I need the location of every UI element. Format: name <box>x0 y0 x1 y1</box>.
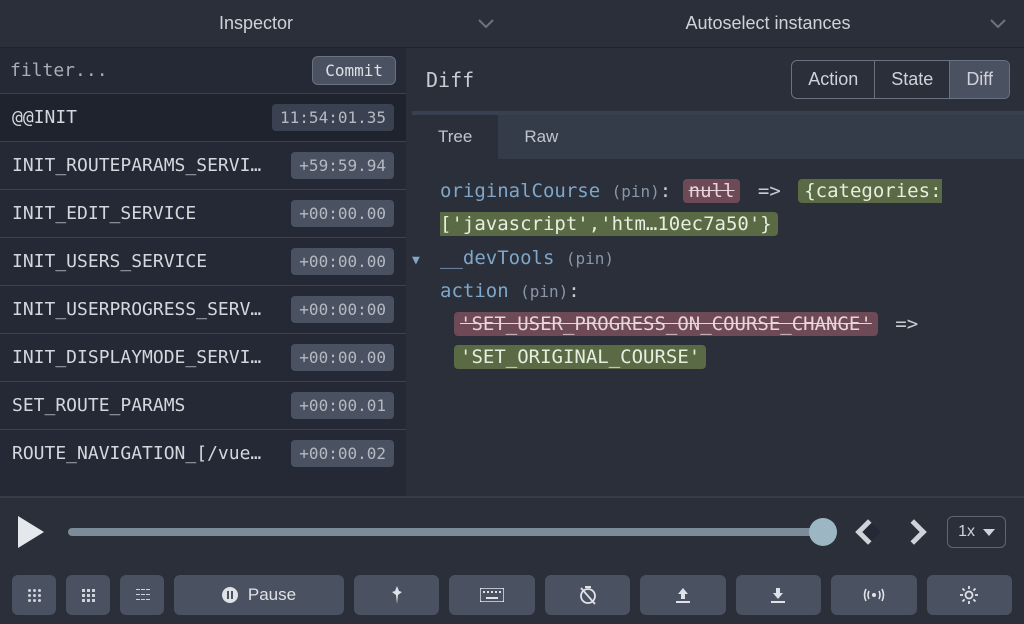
diff-added: 'SET_ORIGINAL_COURSE' <box>454 345 706 369</box>
pin-label[interactable]: (pin) <box>520 282 568 301</box>
diff-panel: Diff Action State Diff Tree Raw original… <box>412 48 1024 496</box>
seg-diff[interactable]: Diff <box>949 61 1009 98</box>
tree-row-devtools[interactable]: ▼__devTools (pin) <box>426 242 1010 275</box>
action-name: INIT_ROUTEPARAMS_SERVICE <box>12 155 272 176</box>
chevron-down-icon <box>983 529 995 536</box>
upload-icon[interactable] <box>640 575 725 615</box>
instances-tab[interactable]: Autoselect instances <box>512 0 1024 47</box>
diff-arrow: => <box>752 180 787 202</box>
bottom-toolbar: Pause <box>0 566 1024 624</box>
action-name: INIT_USERPROGRESS_SERVI… <box>12 299 272 320</box>
action-name: INIT_EDIT_SERVICE <box>12 203 196 224</box>
diff-subtabs: Tree Raw <box>412 115 1024 159</box>
action-name: INIT_USERS_SERVICE <box>12 251 207 272</box>
step-back-button[interactable] <box>855 519 880 544</box>
pin-label[interactable]: (pin) <box>612 182 660 201</box>
timeline-track[interactable] <box>68 528 835 536</box>
action-panel: Commit @@INIT 11:54:01.35 INIT_ROUTEPARAMS… <box>0 48 412 496</box>
grid-dots-icon[interactable] <box>12 575 56 615</box>
seg-action[interactable]: Action <box>792 61 874 98</box>
main-area: Commit @@INIT 11:54:01.35 INIT_ROUTEPARAMS… <box>0 48 1024 496</box>
filter-input[interactable] <box>10 60 304 81</box>
action-time: +00:00.01 <box>291 392 394 419</box>
play-button[interactable] <box>18 516 44 548</box>
action-row[interactable]: INIT_USERS_SERVICE +00:00.00 <box>0 237 406 285</box>
tree-row-action[interactable]: action (pin): 'SET_USER_PROGRESS_ON_COUR… <box>426 275 1010 375</box>
top-tab-bar: Inspector Autoselect instances <box>0 0 1024 48</box>
tree-row-originalcourse[interactable]: originalCourse (pin): null => {categorie… <box>426 175 1010 242</box>
action-row[interactable]: ROUTE_NAVIGATION_[/vue… +00:00.02 <box>0 429 406 477</box>
inspector-tab[interactable]: Inspector <box>0 0 512 47</box>
timer-off-icon[interactable] <box>545 575 630 615</box>
grid-lines-icon[interactable] <box>120 575 164 615</box>
tree-key: originalCourse <box>440 180 600 202</box>
settings-icon[interactable] <box>927 575 1012 615</box>
action-time: +59:59.94 <box>291 152 394 179</box>
action-name: @@INIT <box>12 107 77 128</box>
subtab-raw[interactable]: Raw <box>498 115 584 159</box>
diff-removed: 'SET_USER_PROGRESS_ON_COURSE_CHANGE' <box>454 312 878 336</box>
step-forward-button[interactable] <box>901 519 926 544</box>
action-time: +00:00.00 <box>291 200 394 227</box>
pause-label: Pause <box>248 585 296 605</box>
diff-tree[interactable]: originalCourse (pin): null => {categorie… <box>412 159 1024 496</box>
diff-header: Diff Action State Diff <box>412 48 1024 115</box>
tree-key: action <box>440 280 509 302</box>
action-row[interactable]: INIT_USERPROGRESS_SERVI… +00:00:00 <box>0 285 406 333</box>
commit-button[interactable]: Commit <box>312 56 396 85</box>
action-row[interactable]: INIT_ROUTEPARAMS_SERVICE +59:59.94 <box>0 141 406 189</box>
action-name: INIT_DISPLAYMODE_SERVICE <box>12 347 272 368</box>
chevron-down-icon <box>990 19 1006 29</box>
action-list[interactable]: @@INIT 11:54:01.35 INIT_ROUTEPARAMS_SERVIC… <box>0 93 406 496</box>
timeline-thumb[interactable] <box>809 518 837 546</box>
keyboard-icon[interactable] <box>449 575 534 615</box>
pause-button[interactable]: Pause <box>174 575 344 615</box>
timeline-bar: 1x <box>0 496 1024 566</box>
broadcast-icon[interactable] <box>831 575 916 615</box>
pause-icon <box>222 587 238 603</box>
triangle-down-icon[interactable]: ▼ <box>426 250 440 273</box>
tree-key: __devTools <box>440 247 554 269</box>
chevron-down-icon <box>478 19 494 29</box>
instances-tab-label: Autoselect instances <box>685 13 850 34</box>
pin-icon[interactable] <box>354 575 439 615</box>
action-row[interactable]: INIT_DISPLAYMODE_SERVICE +00:00.00 <box>0 333 406 381</box>
timeline-nav <box>859 523 923 541</box>
diff-arrow: => <box>889 313 924 335</box>
action-row[interactable]: @@INIT 11:54:01.35 <box>0 93 406 141</box>
action-time: +00:00.00 <box>291 248 394 275</box>
inspector-tab-label: Inspector <box>219 13 293 34</box>
view-segmented: Action State Diff <box>791 60 1010 99</box>
speed-select[interactable]: 1x <box>947 516 1006 548</box>
filter-row: Commit <box>0 48 406 93</box>
subtab-tree[interactable]: Tree <box>412 115 498 159</box>
action-name: ROUTE_NAVIGATION_[/vue… <box>12 443 261 464</box>
speed-label: 1x <box>958 523 975 541</box>
action-name: SET_ROUTE_PARAMS <box>12 395 185 416</box>
diff-title: Diff <box>426 68 474 92</box>
diff-removed: null <box>683 179 741 203</box>
action-time: 11:54:01.35 <box>272 104 394 131</box>
action-time: +00:00.00 <box>291 344 394 371</box>
action-time: +00:00:00 <box>291 296 394 323</box>
download-icon[interactable] <box>736 575 821 615</box>
action-row[interactable]: SET_ROUTE_PARAMS +00:00.01 <box>0 381 406 429</box>
action-time: +00:00.02 <box>291 440 394 467</box>
pin-label[interactable]: (pin) <box>566 249 614 268</box>
seg-state[interactable]: State <box>874 61 949 98</box>
action-row[interactable]: INIT_EDIT_SERVICE +00:00.00 <box>0 189 406 237</box>
grid-squares-icon[interactable] <box>66 575 110 615</box>
